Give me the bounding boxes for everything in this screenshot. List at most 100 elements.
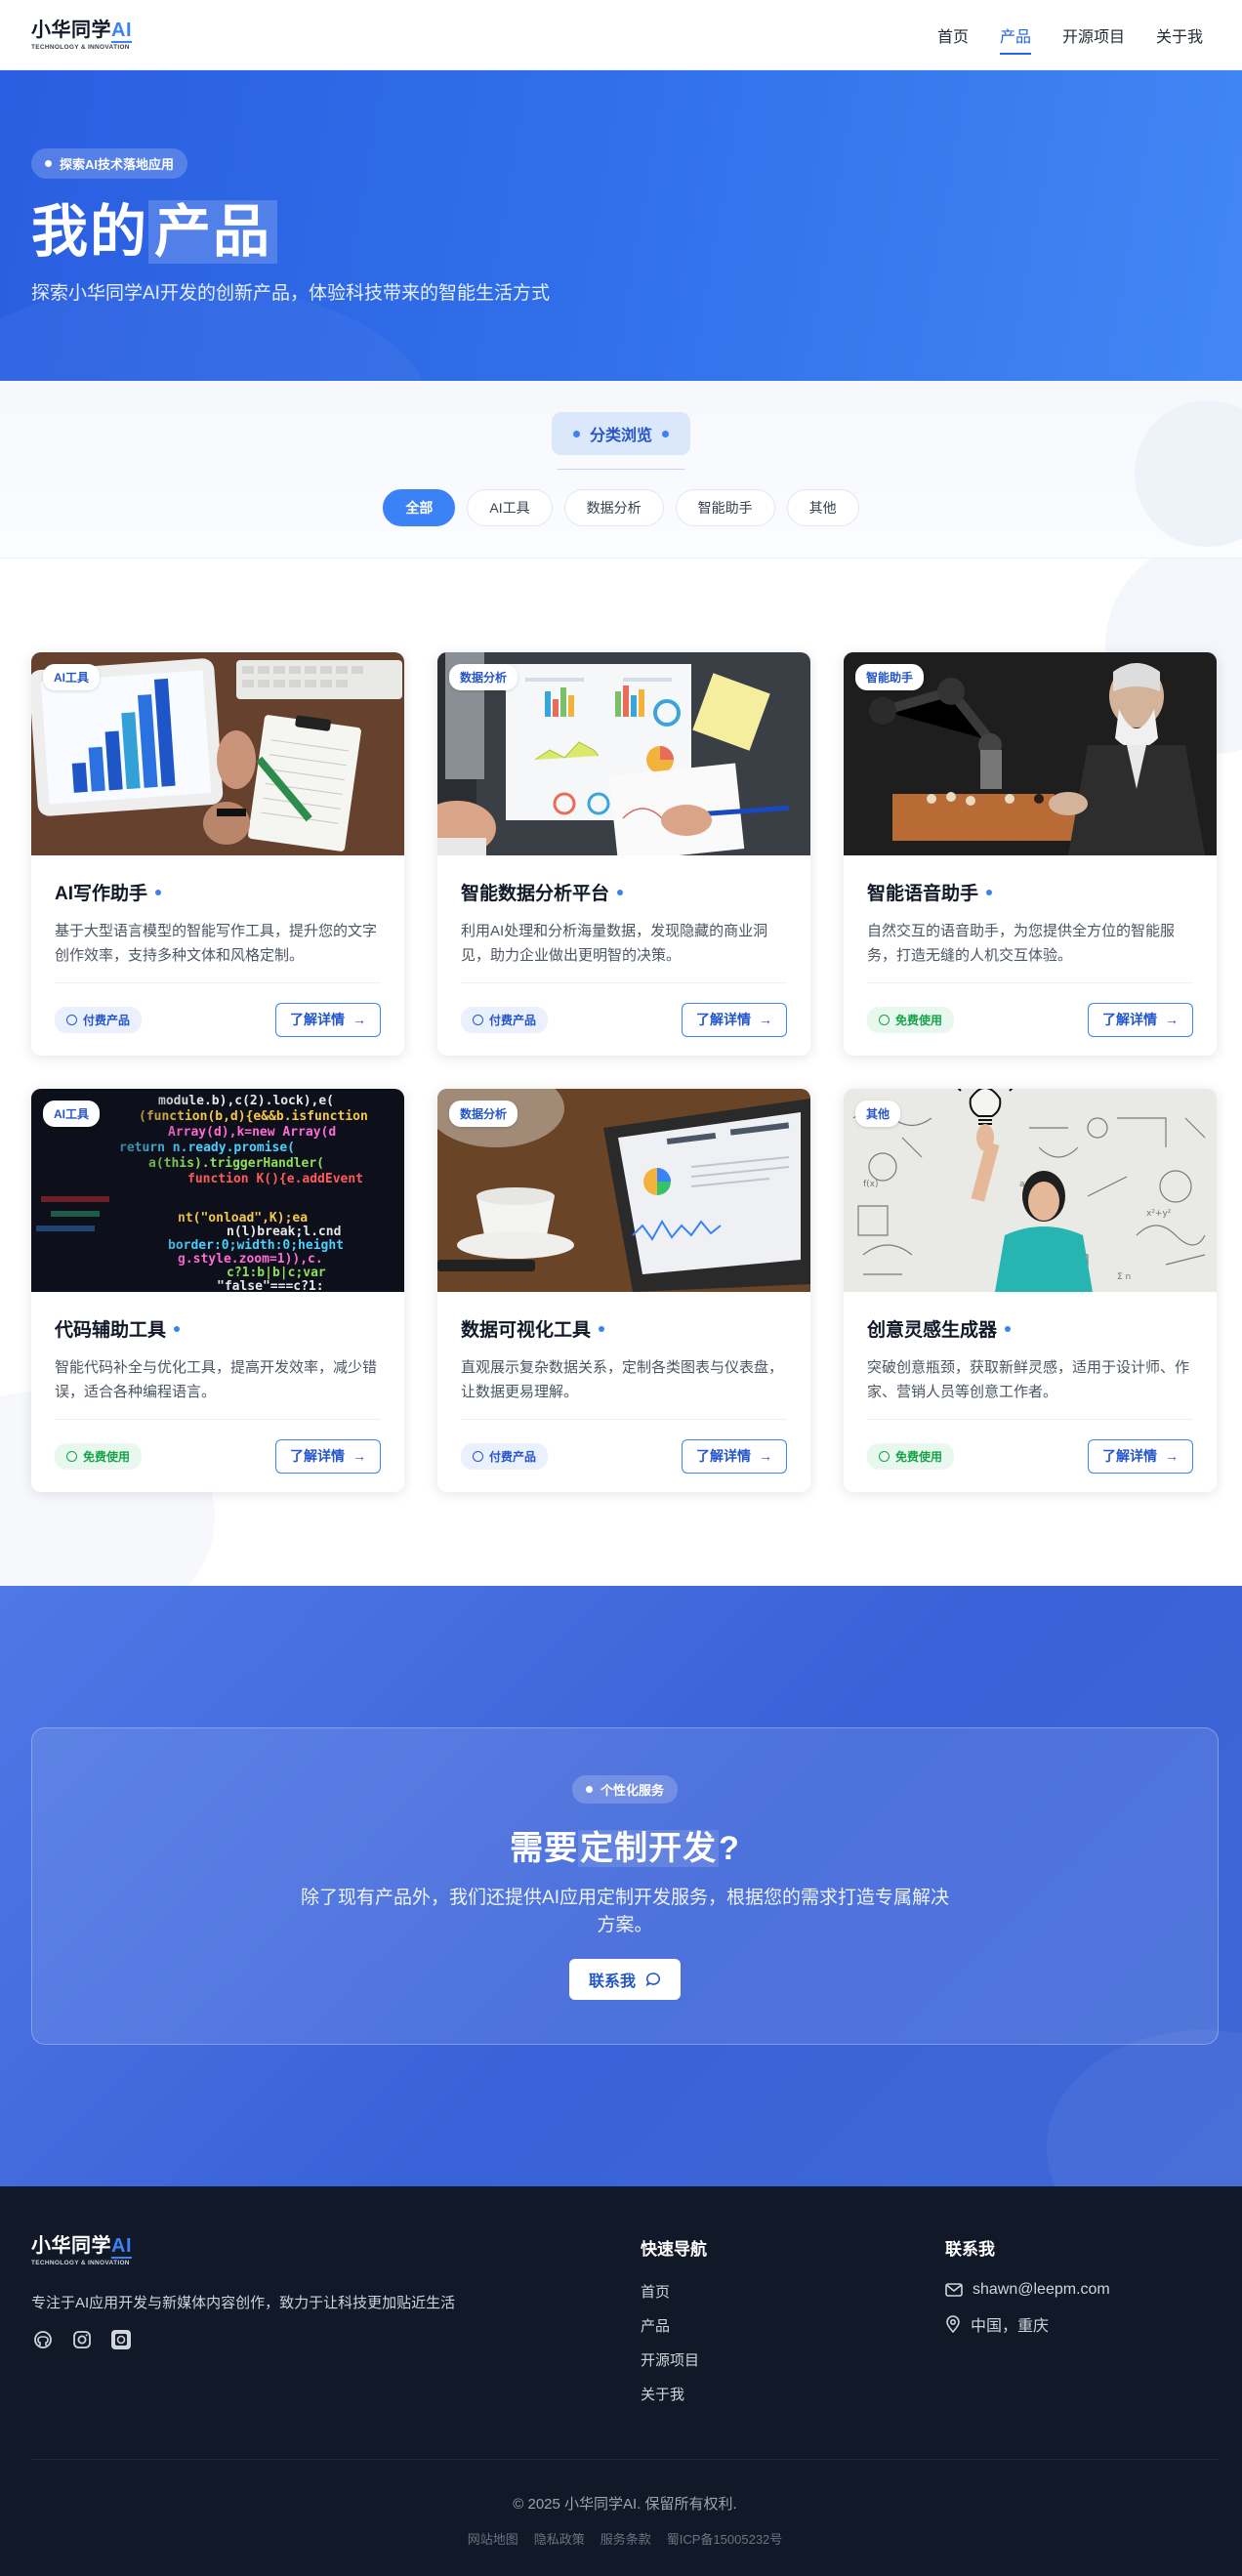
category-tag: 数据分析 — [449, 664, 518, 690]
price-badge: 付费产品 — [55, 1006, 143, 1033]
footer-link-about[interactable]: 关于我 — [641, 2384, 945, 2404]
dot-icon — [599, 1325, 605, 1332]
footer-link-opensource[interactable]: 开源项目 — [641, 2349, 945, 2370]
footer-tagline: 专注于AI应用开发与新媒体内容创作，致力于让科技更加贴近生活 — [31, 2295, 456, 2311]
details-button[interactable]: 了解详情 → — [682, 1002, 787, 1037]
custom-dev-section: 个性化服务 需要定制开发? 除了现有产品外，我们还提供AI应用定制开发服务，根据… — [0, 1586, 1242, 2186]
check-circle-icon — [879, 1014, 890, 1025]
arrow-right-icon: → — [759, 1012, 772, 1027]
arrow-right-icon: → — [759, 1448, 772, 1464]
category-tag: 数据分析 — [449, 1101, 518, 1127]
hero-subtitle: 探索小华同学AI开发的创新产品，体验科技带来的智能生活方式 — [31, 283, 550, 304]
hero-section: 探索AI技术落地应用 我的 产品 探索小华同学AI开发的创新产品，体验科技带来的智… — [0, 70, 1242, 381]
product-description: 自然交互的语音助手，为您提供全方位的智能服务，打造无缝的人机交互体验。 — [867, 923, 1176, 964]
contact-button[interactable]: 联系我 — [568, 1959, 681, 2000]
footer-link-home[interactable]: 首页 — [641, 2281, 945, 2302]
footer: 小华同学AI TECHNOLOGY & INNOVATION 专注于AI应用开发… — [0, 2186, 1242, 2576]
cta-title: 需要定制开发? — [510, 1830, 740, 1867]
arrow-right-icon: → — [1165, 1012, 1179, 1027]
product-card[interactable]: a+b=cx²+y²f(x)Σ n 其他 创意灵感生成器 突破创意瓶颈，获取新鲜… — [844, 1089, 1217, 1492]
filter-tabs: 全部 AI工具 数据分析 智能助手 其他 — [383, 489, 859, 526]
product-description: 智能代码补全与优化工具，提高开发效率，减少错误，适合各种编程语言。 — [55, 1359, 378, 1400]
details-button[interactable]: 了解详情 → — [1088, 1002, 1193, 1037]
social-links — [31, 2328, 641, 2351]
filter-tab-other[interactable]: 其他 — [786, 489, 859, 526]
product-title: 智能数据分析平台 — [461, 879, 787, 905]
footer-logo[interactable]: 小华同学AI TECHNOLOGY & INNOVATION — [31, 2235, 641, 2266]
email-link[interactable]: shawn@leepm.com — [945, 2281, 1110, 2299]
product-card[interactable]: 数据分析 智能数据分析平台 利用AI处理和分析海量数据，发现隐藏的商业洞见，助力… — [437, 652, 810, 1056]
privacy-link[interactable]: 隐私政策 — [534, 2529, 585, 2548]
filter-tab-all[interactable]: 全部 — [383, 489, 456, 526]
copyright: © 2025 小华同学AI. 保留所有权利. — [513, 2496, 737, 2513]
footer-bottom: © 2025 小华同学AI. 保留所有权利. 网站地图 隐私政策 服务条款 蜀I… — [31, 2459, 1219, 2548]
logo-subtitle: TECHNOLOGY & INNOVATION — [31, 43, 130, 51]
paid-icon — [66, 1014, 77, 1025]
nav-links: 首页 产品 开源项目 关于我 — [922, 18, 1219, 55]
dot-icon — [572, 430, 580, 437]
product-description: 直观展示复杂数据关系，定制各类图表与仪表盘，让数据更易理解。 — [461, 1359, 784, 1400]
svg-text:Σ n: Σ n — [1117, 1272, 1131, 1282]
media-platform-icon[interactable] — [109, 2328, 133, 2351]
product-card[interactable]: 智能助手 智能语音助手 自然交互的语音助手，为您提供全方位的智能服务，打造无缝的… — [844, 652, 1217, 1056]
filter-tab-data-analysis[interactable]: 数据分析 — [563, 489, 664, 526]
site-logo[interactable]: 小华同学AI TECHNOLOGY & INNOVATION — [31, 19, 132, 51]
product-title: 数据可视化工具 — [461, 1315, 787, 1342]
nav-link-about[interactable]: 关于我 — [1140, 18, 1219, 53]
hero-badge: 探索AI技术落地应用 — [31, 148, 188, 179]
nav-link-home[interactable]: 首页 — [922, 18, 984, 53]
price-badge: 付费产品 — [461, 1006, 549, 1033]
icp-link[interactable]: 蜀ICP备15005232号 — [667, 2529, 783, 2548]
cta-description: 除了现有产品外，我们还提供AI应用定制开发服务，根据您的需求打造专属解决方案。 — [301, 1888, 949, 1935]
products-section: AI工具 AI写作助手 基于大型语言模型的智能写作工具，提升您的文字创作效率，支… — [0, 559, 1242, 1586]
contact-heading: 联系我 — [945, 2240, 995, 2259]
product-card[interactable]: 数据分析 数据可视化工具 直观展示复杂数据关系，定制各类图表与仪表盘，让数据更易… — [437, 1089, 810, 1492]
sitemap-link[interactable]: 网站地图 — [468, 2529, 518, 2548]
dot-icon — [585, 1786, 593, 1793]
instagram-icon[interactable] — [70, 2328, 94, 2351]
filter-tab-assistant[interactable]: 智能助手 — [675, 489, 775, 526]
divider — [558, 469, 684, 470]
cta-badge: 个性化服务 — [571, 1775, 678, 1804]
details-button[interactable]: 了解详情 → — [682, 1438, 787, 1474]
terms-link[interactable]: 服务条款 — [600, 2529, 651, 2548]
quick-nav-heading: 快速导航 — [641, 2240, 707, 2259]
logo-text: 小华同学AI — [31, 2235, 132, 2259]
product-image: a+b=cx²+y²f(x)Σ n 其他 — [844, 1089, 1217, 1292]
check-circle-icon — [66, 1450, 77, 1462]
price-badge: 免费使用 — [867, 1006, 955, 1033]
details-button[interactable]: 了解详情 → — [275, 1438, 381, 1474]
category-tag: 智能助手 — [855, 664, 925, 690]
nav-link-opensource[interactable]: 开源项目 — [1047, 18, 1140, 53]
dot-icon — [617, 889, 624, 895]
details-button[interactable]: 了解详情 → — [1088, 1438, 1193, 1474]
navbar: 小华同学AI TECHNOLOGY & INNOVATION 首页 产品 开源项… — [0, 0, 1242, 70]
logo-text: 小华同学AI — [31, 19, 132, 43]
product-card[interactable]: module.b),c(2).lock),e( (function(b,d){e… — [31, 1089, 404, 1492]
quick-nav-links: 首页 产品 开源项目 关于我 — [641, 2281, 945, 2404]
category-tag: AI工具 — [43, 664, 101, 690]
product-image: 智能助手 — [844, 652, 1217, 855]
nav-link-products[interactable]: 产品 — [984, 18, 1047, 55]
category-tag: 其他 — [855, 1101, 901, 1127]
github-icon[interactable] — [31, 2328, 55, 2351]
price-badge: 免费使用 — [55, 1442, 143, 1470]
filter-badge: 分类浏览 — [551, 412, 690, 455]
product-title: AI写作助手 — [55, 879, 381, 905]
product-card[interactable]: AI工具 AI写作助手 基于大型语言模型的智能写作工具，提升您的文字创作效率，支… — [31, 652, 404, 1056]
paid-icon — [473, 1014, 483, 1025]
product-description: 突破创意瓶颈，获取新鲜灵感，适用于设计师、作家、营销人员等创意工作者。 — [867, 1359, 1190, 1400]
arrow-right-icon: → — [1165, 1448, 1179, 1464]
svg-text:f(x): f(x) — [863, 1180, 879, 1189]
filter-tab-ai-tools[interactable]: AI工具 — [467, 489, 553, 526]
cta-card: 个性化服务 需要定制开发? 除了现有产品外，我们还提供AI应用定制开发服务，根据… — [31, 1727, 1219, 2045]
check-circle-icon — [879, 1450, 890, 1462]
details-button[interactable]: 了解详情 → — [275, 1002, 381, 1037]
category-tag: AI工具 — [43, 1101, 101, 1127]
contact-list: shawn@leepm.com 中国，重庆 — [945, 2281, 1110, 2336]
location-item: 中国，重庆 — [945, 2312, 1110, 2336]
product-description: 基于大型语言模型的智能写作工具，提升您的文字创作效率，支持多种文体和风格定制。 — [55, 923, 378, 964]
mail-icon — [945, 2283, 963, 2297]
footer-link-products[interactable]: 产品 — [641, 2315, 945, 2336]
product-grid: AI工具 AI写作助手 基于大型语言模型的智能写作工具，提升您的文字创作效率，支… — [31, 652, 1219, 1492]
